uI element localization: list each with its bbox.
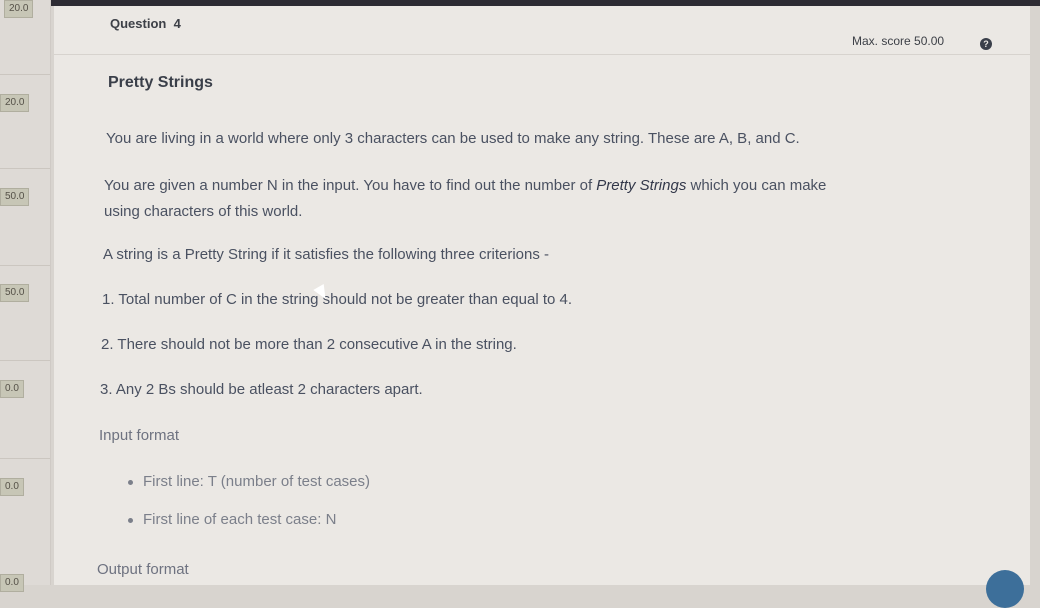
sidebar-divider [0, 265, 50, 266]
criterion-3: 3. Any 2 Bs should be atleast 2 characte… [100, 381, 423, 398]
pretty-strings-term: Pretty Strings [596, 177, 687, 194]
problem-title: Pretty Strings [108, 74, 213, 91]
input-bullet-2: First line of each test case: N [128, 511, 336, 528]
sidebar-divider [0, 458, 50, 459]
sidebar-divider [0, 168, 50, 169]
problem-statement: Pretty Strings You are living in a world… [54, 6, 1030, 585]
bullet-icon [128, 517, 133, 523]
criterion-1: 1. Total number of C in the string shoul… [102, 291, 573, 308]
input-format-heading: Input format [99, 427, 180, 444]
score-badge[interactable]: 20.0 [4, 0, 34, 18]
intro-paragraph: You are living in a world where only 3 c… [106, 130, 800, 147]
floating-action-button[interactable] [986, 570, 1024, 608]
score-badge[interactable]: 0.0 [0, 380, 24, 398]
sidebar-divider [0, 74, 50, 75]
question-sidebar: 20.0 20.0 50.0 50.0 0.0 0.0 0.0 [0, 0, 51, 592]
score-badge[interactable]: 50.0 [0, 284, 30, 302]
sidebar-divider [0, 360, 50, 361]
output-format-heading: Output format [97, 561, 189, 578]
input-description: You are given a number N in the input. Y… [104, 177, 827, 220]
bullet-icon [128, 479, 133, 485]
criteria-intro: A string is a Pretty String if it satisf… [103, 246, 550, 263]
score-badge[interactable]: 0.0 [0, 478, 24, 496]
score-badge[interactable]: 20.0 [0, 94, 30, 112]
score-badge[interactable]: 50.0 [0, 188, 30, 206]
score-badge[interactable]: 0.0 [0, 574, 24, 592]
criterion-2: 2. There should not be more than 2 conse… [101, 336, 517, 353]
question-panel: Question 4 Max. score 50.00 ? Pretty Str… [54, 6, 1030, 585]
input-bullet-1: First line: T (number of test cases) [128, 473, 370, 490]
